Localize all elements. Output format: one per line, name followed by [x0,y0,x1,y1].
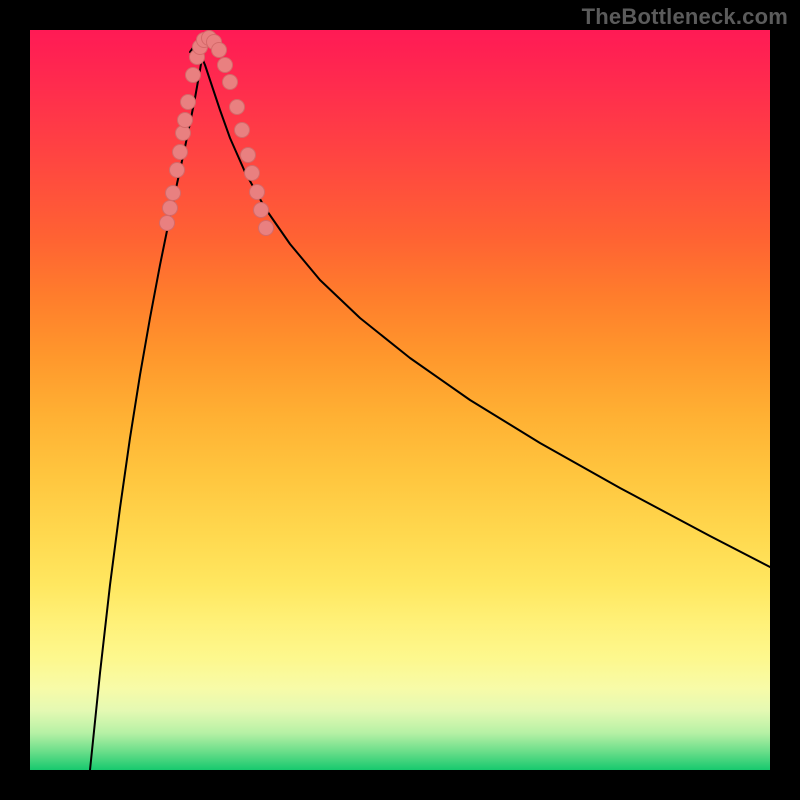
dot-21 [250,185,265,200]
highlight-dots [160,31,274,236]
dot-14 [212,43,227,58]
dot-4 [173,145,188,160]
chart-frame: TheBottleneck.com [0,0,800,800]
dot-0 [160,216,175,231]
dot-16 [223,75,238,90]
dot-8 [186,68,201,83]
bottleneck-curve [90,38,770,770]
dot-1 [163,201,178,216]
dot-18 [235,123,250,138]
series-left-branch [90,58,202,770]
watermark-text: TheBottleneck.com [582,4,788,30]
curve-layer [30,30,770,770]
dot-17 [230,100,245,115]
series-right-branch [202,58,770,567]
dot-19 [241,148,256,163]
dot-20 [245,166,260,181]
dot-22 [254,203,269,218]
plot-area [30,30,770,770]
dot-23 [259,221,274,236]
dot-5 [176,126,191,141]
dot-7 [181,95,196,110]
dot-15 [218,58,233,73]
dot-6 [178,113,193,128]
dot-3 [170,163,185,178]
dot-2 [166,186,181,201]
